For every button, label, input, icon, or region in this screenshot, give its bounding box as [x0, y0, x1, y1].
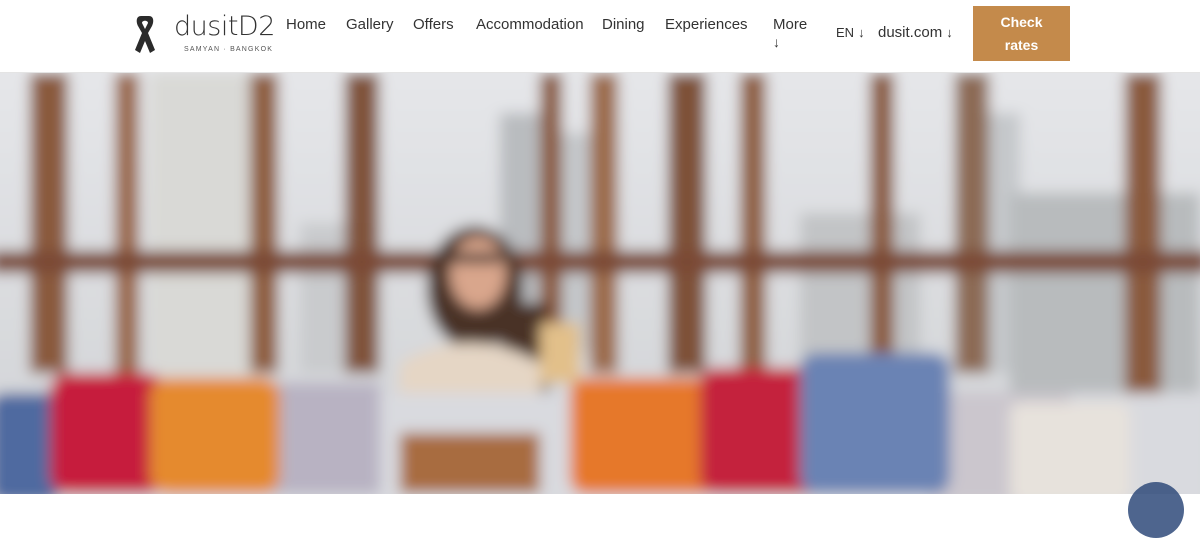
language-label: EN [836, 25, 855, 40]
nav-dining[interactable]: Dining [602, 16, 645, 34]
check-rates-line2: rates [1004, 37, 1039, 53]
nav-more-label: More [773, 16, 808, 33]
check-rates-line1: Check [1000, 14, 1043, 30]
logo[interactable]: dusitD2 SAMYAN · BANGKOK [132, 11, 277, 56]
nav-accommodation[interactable]: Accommodation [476, 16, 584, 34]
site-header: dusitD2 SAMYAN · BANGKOK Home Gallery Of… [0, 0, 1200, 73]
blurred-rooftop-photo [0, 73, 1200, 494]
arrow-down-icon: ↓ [858, 25, 865, 40]
language-selector[interactable]: EN ↓ [836, 25, 865, 41]
brand-tagline: SAMYAN · BANGKOK [184, 46, 274, 53]
arrow-down-icon: ↓ [946, 25, 953, 40]
nav-gallery[interactable]: Gallery [346, 16, 394, 34]
dusit-site-link[interactable]: dusit.com ↓ [878, 24, 953, 42]
brand-name: dusitD2 [174, 11, 275, 42]
check-rates-button[interactable]: Check rates [973, 6, 1070, 61]
hero-image [0, 73, 1200, 494]
nav-offers[interactable]: Offers [413, 16, 454, 34]
nav-home[interactable]: Home [286, 16, 326, 34]
nav-more[interactable]: More ↓ [773, 16, 807, 50]
nav-experiences[interactable]: Experiences [665, 16, 748, 34]
arrow-down-icon: ↓ [773, 34, 780, 50]
chat-button[interactable] [1128, 482, 1184, 538]
site-link-label: dusit.com [878, 24, 943, 41]
ribbon-logo-icon [135, 16, 155, 53]
